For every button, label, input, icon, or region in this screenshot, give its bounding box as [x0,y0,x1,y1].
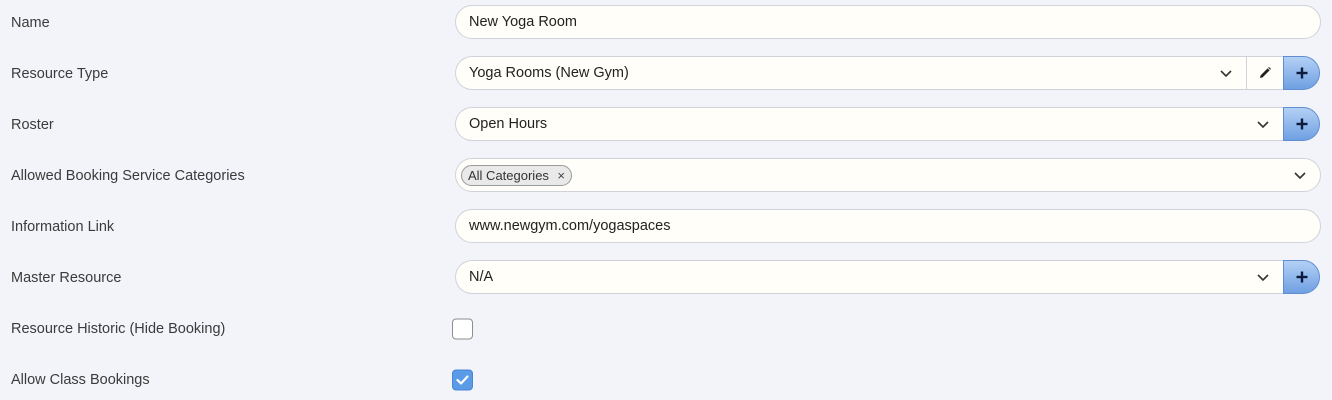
historic-checkbox[interactable] [452,318,473,340]
field-row-name: Name New Yoga Room [0,5,1332,41]
master-resource-select[interactable]: N/A [455,260,1284,294]
resource-type-select[interactable]: Yoga Rooms (New Gym) [455,56,1247,90]
resource-type-value: Yoga Rooms (New Gym) [469,65,629,81]
field-row-resource-type: Resource Type Yoga Rooms (New Gym) [0,56,1332,92]
field-row-master-resource: Master Resource N/A [0,260,1332,296]
class-bookings-label: Allow Class Bookings [11,372,150,388]
chevron-down-icon [1257,274,1269,282]
name-input[interactable]: New Yoga Room [455,5,1321,39]
chevron-down-icon [1257,121,1269,129]
roster-value: Open Hours [469,116,548,132]
master-resource-label: Master Resource [11,270,122,286]
field-row-class-bookings: Allow Class Bookings [0,362,1332,398]
chevron-down-icon [1294,172,1306,180]
check-icon [456,375,469,385]
name-value: New Yoga Room [469,14,578,30]
plus-icon [1296,67,1307,79]
historic-label: Resource Historic (Hide Booking) [11,321,226,337]
category-tag-label: All Categories [468,168,549,183]
class-bookings-checkbox[interactable] [452,369,473,391]
categories-label: Allowed Booking Service Categories [11,168,245,184]
categories-multiselect[interactable]: All Categories × [455,158,1321,192]
info-link-input[interactable]: www.newgym.com/yogaspaces [455,209,1321,243]
master-resource-value: N/A [469,269,494,285]
field-row-historic: Resource Historic (Hide Booking) [0,311,1332,347]
category-tag: All Categories × [461,165,572,186]
field-row-info-link: Information Link www.newgym.com/yogaspac… [0,209,1332,245]
resource-type-label: Resource Type [11,66,109,82]
pencil-icon [1260,67,1271,78]
remove-tag-icon[interactable]: × [557,166,565,185]
edit-resource-type-button[interactable] [1246,56,1283,90]
name-label: Name [11,15,50,31]
add-resource-type-button[interactable] [1283,56,1320,90]
add-roster-button[interactable] [1283,107,1320,141]
plus-icon [1296,118,1307,130]
info-link-label: Information Link [11,219,115,235]
field-row-categories: Allowed Booking Service Categories All C… [0,158,1332,194]
plus-icon [1296,271,1307,283]
info-link-value: www.newgym.com/yogaspaces [469,218,671,234]
chevron-down-icon [1220,70,1232,78]
roster-label: Roster [11,117,54,133]
roster-select[interactable]: Open Hours [455,107,1284,141]
add-master-resource-button[interactable] [1283,260,1320,294]
field-row-roster: Roster Open Hours [0,107,1332,143]
